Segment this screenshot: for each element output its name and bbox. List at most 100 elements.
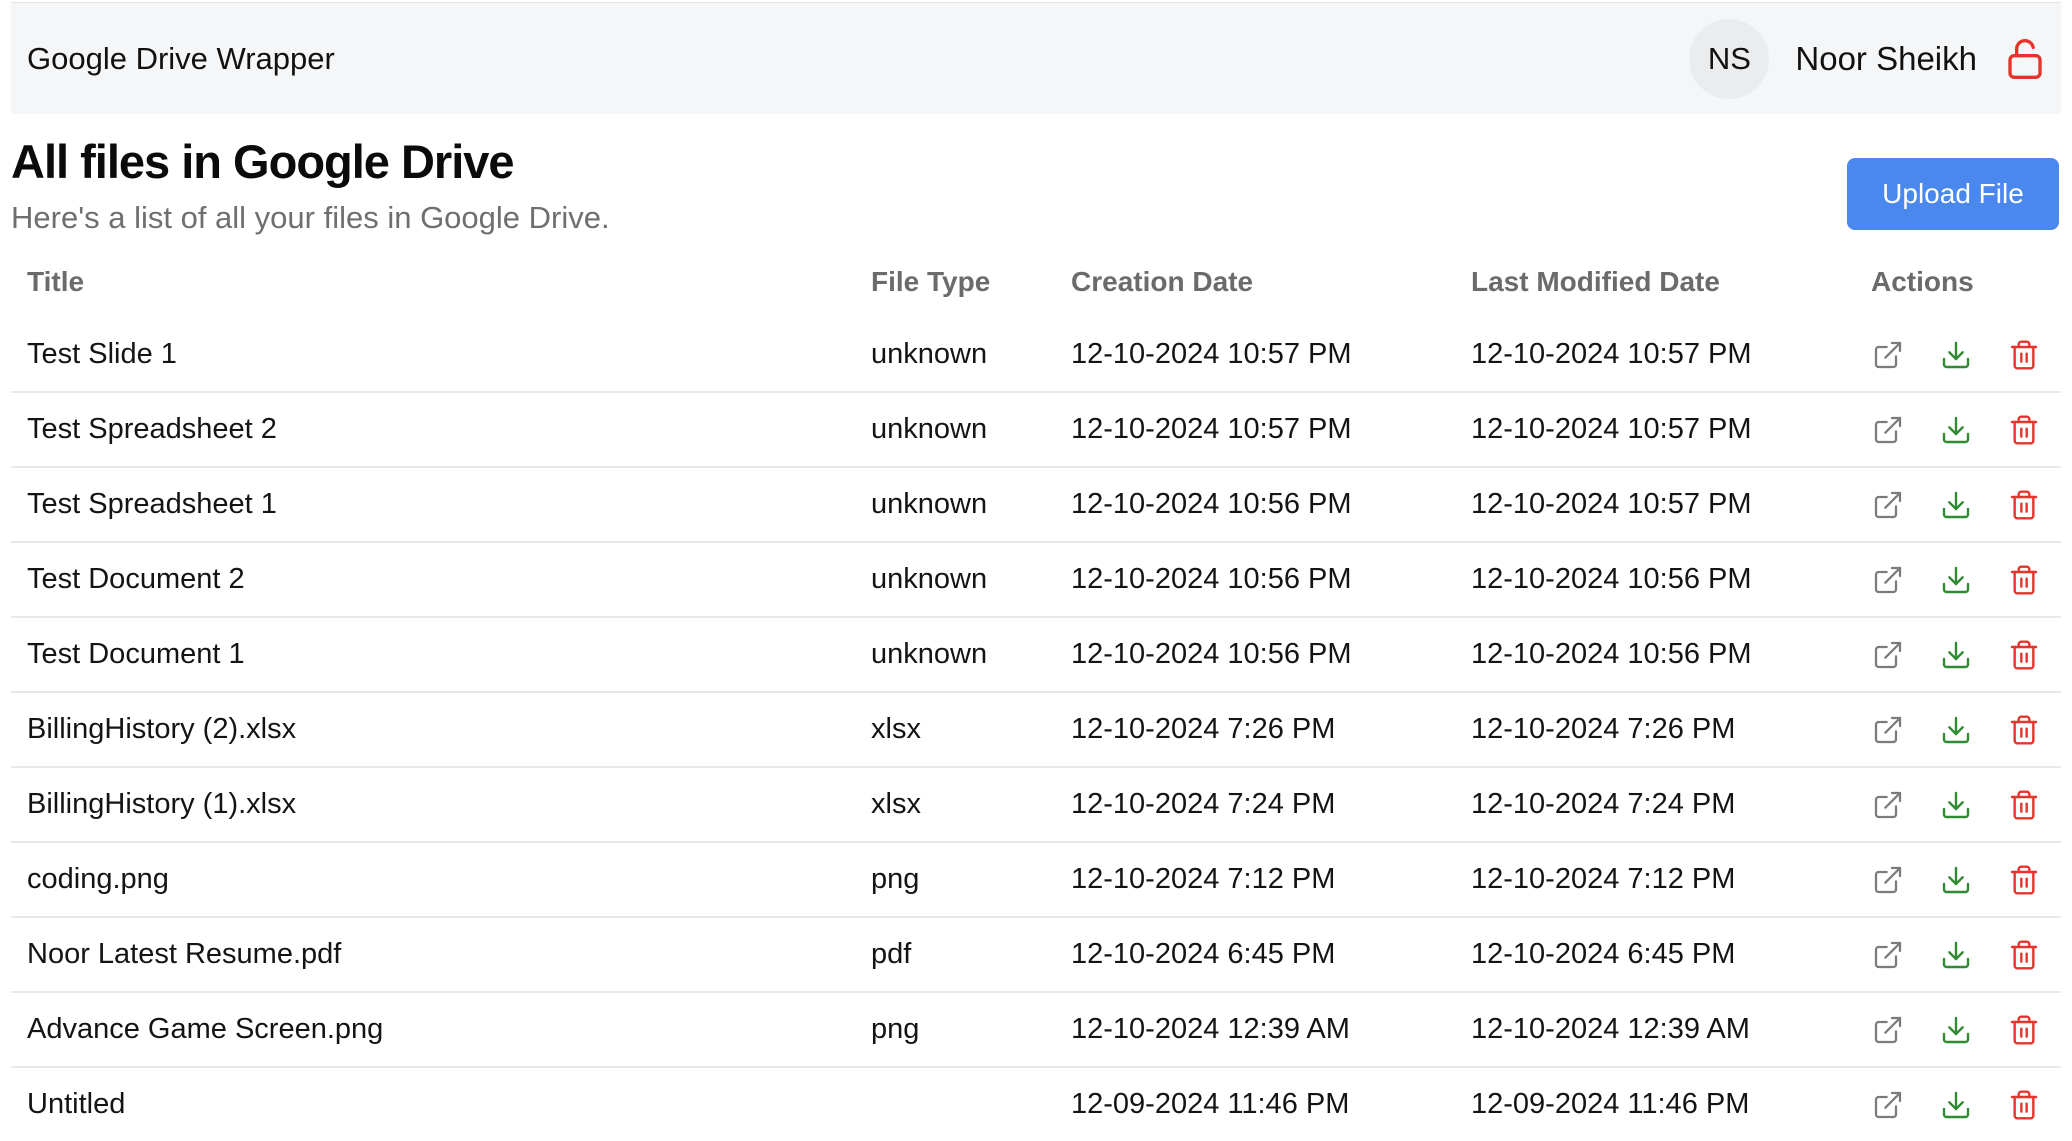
cell-creation-date: 12-10-2024 12:39 AM [1055, 992, 1455, 1068]
cell-title: Test Document 1 [11, 617, 855, 693]
cell-actions [1855, 992, 2061, 1068]
column-header-last-modified-date: Last Modified Date [1471, 266, 1720, 297]
cell-title: Test Document 2 [11, 542, 855, 618]
cell-file-type: unknown [855, 318, 1055, 393]
trash-icon [2008, 714, 2040, 746]
download-file-button[interactable] [1940, 564, 1972, 596]
table-row: Noor Latest Resume.pdf pdf 12-10-2024 6:45… [11, 917, 2061, 993]
delete-file-button[interactable] [2008, 864, 2040, 896]
delete-file-button[interactable] [2008, 1014, 2040, 1046]
delete-file-button[interactable] [2008, 714, 2040, 746]
avatar[interactable]: NS [1689, 18, 1770, 99]
open-file-button[interactable] [1872, 414, 1904, 446]
row-actions [1871, 414, 2061, 446]
download-file-button[interactable] [1940, 864, 1972, 896]
delete-file-button[interactable] [2008, 1089, 2040, 1121]
table-row: coding.png png 12-10-2024 7:12 PM 12-10-202… [11, 842, 2061, 918]
unlock-icon[interactable] [2003, 37, 2047, 81]
delete-file-button[interactable] [2008, 939, 2040, 971]
column-header-creation-date: Creation Date [1071, 266, 1254, 297]
delete-file-button[interactable] [2008, 564, 2040, 596]
top-navbar: Google Drive Wrapper NS Noor Sheikh [11, 2, 2061, 114]
trash-icon [2008, 639, 2040, 671]
row-actions [1871, 939, 2061, 971]
cell-actions [1855, 917, 2061, 993]
row-actions [1871, 339, 2061, 371]
cell-creation-date: 12-10-2024 10:56 PM [1055, 467, 1455, 543]
row-actions [1871, 1014, 2061, 1046]
user-area: NS Noor Sheikh [1689, 3, 2047, 114]
cell-last-modified-date: 12-10-2024 6:45 PM [1455, 917, 1855, 993]
download-file-button[interactable] [1940, 489, 1972, 521]
open-file-button[interactable] [1872, 489, 1904, 521]
download-file-button[interactable] [1940, 339, 1972, 371]
cell-actions [1855, 767, 2061, 843]
cell-file-type: png [855, 992, 1055, 1068]
delete-file-button[interactable] [2008, 414, 2040, 446]
cell-file-type: unknown [855, 542, 1055, 618]
download-icon [1940, 339, 1972, 371]
download-icon [1940, 939, 1972, 971]
cell-actions [1855, 842, 2061, 918]
download-file-button[interactable] [1940, 639, 1972, 671]
table-row: BillingHistory (2).xlsx xlsx 12-10-2024 7:… [11, 692, 2061, 768]
open-file-button[interactable] [1872, 789, 1904, 821]
cell-file-type: unknown [855, 617, 1055, 693]
column-header-actions: Actions [1871, 266, 1974, 297]
table-row: Test Spreadsheet 1 unknown 12-10-2024 10:5… [11, 467, 2061, 543]
download-file-button[interactable] [1940, 414, 1972, 446]
cell-creation-date: 12-10-2024 7:26 PM [1055, 692, 1455, 768]
external-link-icon [1872, 339, 1904, 371]
download-icon [1940, 414, 1972, 446]
open-file-button[interactable] [1872, 564, 1904, 596]
table-row: Untitled 12-09-2024 11:46 PM 12-09-2024 11… [11, 1067, 2061, 1141]
upload-file-button[interactable]: Upload File [1847, 158, 2059, 230]
external-link-icon [1872, 1089, 1904, 1121]
table-row: Test Slide 1 unknown 12-10-2024 10:57 PM 12… [11, 318, 2061, 393]
cell-creation-date: 12-10-2024 10:56 PM [1055, 542, 1455, 618]
external-link-icon [1872, 864, 1904, 896]
row-actions [1871, 864, 2061, 896]
external-link-icon [1872, 639, 1904, 671]
external-link-icon [1872, 1014, 1904, 1046]
open-file-button[interactable] [1872, 339, 1904, 371]
open-file-button[interactable] [1872, 639, 1904, 671]
delete-file-button[interactable] [2008, 639, 2040, 671]
open-file-button[interactable] [1872, 714, 1904, 746]
download-file-button[interactable] [1940, 939, 1972, 971]
delete-file-button[interactable] [2008, 789, 2040, 821]
external-link-icon [1872, 939, 1904, 971]
cell-actions [1855, 542, 2061, 618]
cell-file-type: unknown [855, 392, 1055, 468]
row-actions [1871, 714, 2061, 746]
files-table: Title File Type Creation Date Last Modif… [11, 246, 2061, 1141]
table-row: Test Document 1 unknown 12-10-2024 10:56 P… [11, 617, 2061, 693]
download-file-button[interactable] [1940, 1089, 1972, 1121]
delete-file-button[interactable] [2008, 489, 2040, 521]
open-file-button[interactable] [1872, 939, 1904, 971]
cell-actions [1855, 1067, 2061, 1141]
external-link-icon [1872, 714, 1904, 746]
download-icon [1940, 864, 1972, 896]
open-file-button[interactable] [1872, 1089, 1904, 1121]
cell-last-modified-date: 12-10-2024 7:26 PM [1455, 692, 1855, 768]
cell-file-type: png [855, 842, 1055, 918]
row-actions [1871, 489, 2061, 521]
page-title: All files in Google Drive [11, 135, 515, 188]
row-actions [1871, 639, 2061, 671]
column-header-file-type: File Type [871, 266, 991, 297]
cell-last-modified-date: 12-10-2024 10:56 PM [1455, 542, 1855, 618]
open-file-button[interactable] [1872, 1014, 1904, 1046]
cell-last-modified-date: 12-10-2024 10:57 PM [1455, 318, 1855, 393]
download-file-button[interactable] [1940, 714, 1972, 746]
download-file-button[interactable] [1940, 789, 1972, 821]
delete-file-button[interactable] [2008, 339, 2040, 371]
trash-icon [2008, 1014, 2040, 1046]
cell-last-modified-date: 12-09-2024 11:46 PM [1471, 1088, 1750, 1120]
open-file-button[interactable] [1872, 864, 1904, 896]
cell-title: BillingHistory (1).xlsx [11, 767, 855, 843]
trash-icon [2008, 339, 2040, 371]
cell-creation-date: 12-10-2024 10:56 PM [1055, 617, 1455, 693]
download-file-button[interactable] [1940, 1014, 1972, 1046]
cell-creation-date: 12-10-2024 10:57 PM [1055, 392, 1455, 468]
